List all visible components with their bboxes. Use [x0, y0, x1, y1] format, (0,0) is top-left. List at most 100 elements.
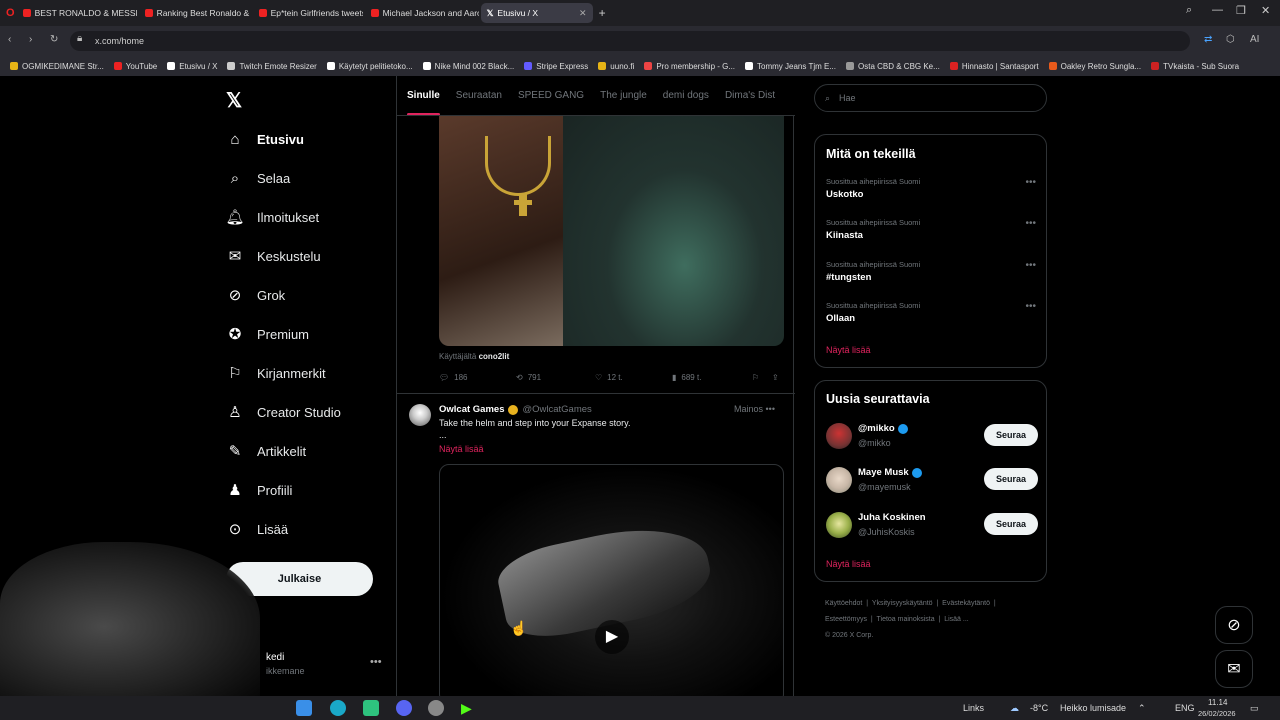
grok-fab[interactable]: ⊘	[1215, 606, 1253, 644]
bookmark[interactable]: uuno.fi	[598, 62, 634, 71]
tab-list[interactable]: demi dogs	[663, 76, 709, 115]
repost-button[interactable]: ⟲ 791	[516, 373, 541, 382]
tab-list[interactable]: The jungle	[600, 76, 647, 115]
links-toolbar[interactable]: Links	[963, 703, 984, 713]
more-icon[interactable]: •••	[1025, 260, 1036, 271]
browser-tab[interactable]: BEST RONALDO & MESSI ...	[17, 3, 137, 23]
new-tab-icon[interactable]: +	[599, 6, 606, 20]
url-field[interactable]: x.com/home	[70, 31, 1190, 51]
minimize-icon[interactable]: —	[1212, 4, 1223, 16]
follow-button[interactable]: Seuraa	[984, 468, 1038, 490]
maximize-icon[interactable]: ❐	[1236, 4, 1246, 17]
ad-show-more[interactable]: Näytä lisää	[439, 444, 484, 454]
kick-icon[interactable]: ▶	[461, 700, 477, 716]
nav-item-creator-studio[interactable]: ♙ Creator Studio	[226, 403, 341, 421]
tab-list[interactable]: Dima's Dist	[725, 76, 775, 115]
nav-item-bookmarks[interactable]: ⚐ Kirjanmerkit	[226, 364, 325, 382]
browser-tab[interactable]: Ep*tein Girlfriends tweets...	[253, 3, 363, 23]
avatar[interactable]	[826, 423, 852, 449]
chevron-up-icon[interactable]: ⌃	[1138, 703, 1146, 714]
bookmark[interactable]: YouTube	[113, 62, 157, 71]
messages-fab[interactable]: ✉	[1215, 650, 1253, 688]
ad-author[interactable]: Owlcat Games @OwlcatGames	[439, 404, 592, 415]
footer-link[interactable]: Käyttöehdot	[825, 600, 862, 607]
avatar[interactable]	[826, 512, 852, 538]
nav-item-explore[interactable]: ⌕ Selaa	[226, 169, 290, 187]
back-icon[interactable]: ‹	[8, 34, 11, 45]
language[interactable]: ENG	[1175, 703, 1195, 713]
nav-item-messages[interactable]: ✉ Keskustelu	[226, 247, 321, 265]
ad-video[interactable]: ▶	[439, 464, 784, 696]
follow-suggestion[interactable]: @mikko @mikko Seuraa	[826, 421, 1038, 457]
extensions-icon[interactable]: ⬡	[1226, 34, 1235, 45]
nav-item-articles[interactable]: ✎ Artikkelit	[226, 442, 306, 460]
bookmark[interactable]: Käytetyt pelitietoko...	[326, 62, 413, 71]
more-icon[interactable]: •••	[1025, 177, 1036, 188]
avatar[interactable]	[409, 404, 431, 426]
close-window-icon[interactable]: ✕	[1261, 4, 1270, 17]
nav-item-grok[interactable]: ⊘ Grok	[226, 286, 285, 304]
bookmark[interactable]: Tommy Jeans Tjm E...	[745, 62, 836, 71]
bookmark-button[interactable]: ⚐	[752, 373, 759, 382]
search-tabs-icon[interactable]: ⌕	[1186, 4, 1192, 17]
bookmark[interactable]: Nike Mind 002 Black...	[422, 62, 514, 71]
search-input[interactable]: ⌕ Hae	[814, 84, 1047, 112]
trend-item[interactable]: Suosittua aihepiirissä Suomi #tungsten •••	[826, 260, 1036, 283]
more-icon[interactable]: •••	[1025, 301, 1036, 312]
source-user[interactable]: cono2lit	[479, 352, 510, 361]
follow-button[interactable]: Seuraa	[984, 424, 1038, 446]
browser-tab[interactable]: Michael Jackson and Aaro...	[365, 3, 479, 23]
browser-tab[interactable]: Ranking Best Ronaldo & I...	[139, 3, 251, 23]
bookmark[interactable]: Oakley Retro Sungla...	[1048, 62, 1141, 71]
views-button[interactable]: ▮ 689 t.	[672, 373, 701, 382]
app-icon[interactable]	[428, 700, 444, 716]
footer-link[interactable]: Evästekäytäntö	[942, 600, 990, 607]
nav-item-premium[interactable]: ✪ Premium	[226, 325, 309, 343]
clock-time[interactable]: 11.14	[1208, 698, 1227, 707]
x-logo-icon[interactable]: 𝕏	[226, 88, 242, 113]
who-show-more[interactable]: Näytä lisää	[826, 559, 871, 569]
notification-icon[interactable]: ▭	[1250, 703, 1259, 714]
bookmark[interactable]: Twitch Emote Resizer	[227, 62, 317, 71]
nav-item-profile[interactable]: ♟ Profiili	[226, 481, 292, 499]
edge-icon[interactable]	[330, 700, 346, 716]
bookmark[interactable]: TVkaista - Sub Suora	[1151, 62, 1239, 71]
bookmark[interactable]: Pro membership - G...	[644, 62, 735, 71]
footer-link[interactable]: Esteettömyys	[825, 616, 867, 623]
app-icon[interactable]	[363, 700, 379, 716]
tab-following[interactable]: Seuraatan	[456, 76, 502, 115]
post-image[interactable]	[439, 116, 784, 346]
more-icon[interactable]: •••	[1025, 218, 1036, 229]
bookmark[interactable]: Stripe Express	[524, 62, 588, 71]
ai-icon[interactable]: AI	[1250, 34, 1259, 45]
account-switcher[interactable]: kedi ikkemane	[266, 652, 305, 676]
follow-button[interactable]: Seuraa	[984, 513, 1038, 535]
forward-icon[interactable]: ›	[29, 34, 32, 45]
follow-suggestion[interactable]: Juha Koskinen @JuhisKoskis Seuraa	[826, 510, 1038, 546]
nav-item-home[interactable]: ⌂ Etusivu	[226, 130, 304, 148]
tab-for-you[interactable]: Sinulle	[407, 76, 440, 115]
avatar[interactable]	[826, 467, 852, 493]
footer-link[interactable]: Tietoa mainoksista	[877, 616, 935, 623]
browser-tab-active[interactable]: 𝕏 Etusivu / X ✕	[480, 3, 593, 23]
app-icon[interactable]	[296, 700, 312, 716]
nav-item-notifications[interactable]: 🔔︎ Ilmoitukset	[225, 208, 319, 226]
bookmark[interactable]: Etusivu / X	[167, 62, 217, 71]
bookmark[interactable]: OGMIKEDIMANE Str...	[10, 62, 104, 71]
more-icon[interactable]: •••	[766, 404, 775, 414]
reload-icon[interactable]: ↻	[50, 34, 58, 45]
play-icon[interactable]: ▶	[595, 620, 629, 654]
bookmark[interactable]: Hinnasto | Santasport	[949, 62, 1039, 71]
bookmark[interactable]: Osta CBD & CBG Ke...	[846, 62, 940, 71]
tab-list[interactable]: SPEED GANG	[518, 76, 584, 115]
trend-item[interactable]: Suosittua aihepiirissä Suomi Kiinasta •••	[826, 218, 1036, 241]
trend-item[interactable]: Suosittua aihepiirissä Suomi Uskotko •••	[826, 177, 1036, 200]
temperature[interactable]: -8°C	[1030, 703, 1048, 713]
trend-item[interactable]: Suosittua aihepiirissä Suomi Ollaan •••	[826, 301, 1036, 324]
like-button[interactable]: ♡ 12 t.	[595, 373, 623, 382]
footer-link[interactable]: Yksityisyyskäytäntö	[872, 600, 933, 607]
trends-show-more[interactable]: Näytä lisää	[826, 345, 871, 355]
reply-button[interactable]: 💬︎ 186	[439, 373, 468, 382]
share-button[interactable]: ⇪	[772, 373, 779, 382]
follow-suggestion[interactable]: Maye Musk @mayemusk Seuraa	[826, 465, 1038, 501]
